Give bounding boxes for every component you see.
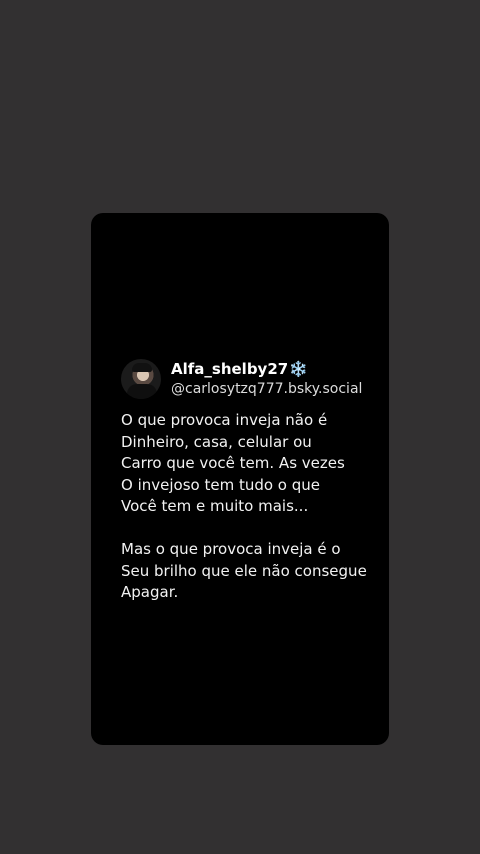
author-handle[interactable]: @carlosytzq777.bsky.social: [171, 380, 362, 398]
author-info: Alfa_shelby27❄️ @carlosytzq777.bsky.soci…: [171, 360, 362, 398]
display-name[interactable]: Alfa_shelby27❄️: [171, 360, 362, 378]
post-card: Alfa_shelby27❄️ @carlosytzq777.bsky.soci…: [91, 213, 389, 745]
post-header: Alfa_shelby27❄️ @carlosytzq777.bsky.soci…: [121, 359, 362, 399]
snowflake-emoji: ❄️: [289, 360, 308, 378]
display-name-text: Alfa_shelby27: [171, 360, 289, 378]
avatar-body-shape: [127, 384, 157, 399]
avatar[interactable]: [121, 359, 161, 399]
avatar-hat-shape: [132, 363, 152, 372]
post-body-text: O que provoca inveja não é Dinheiro, cas…: [121, 411, 367, 601]
